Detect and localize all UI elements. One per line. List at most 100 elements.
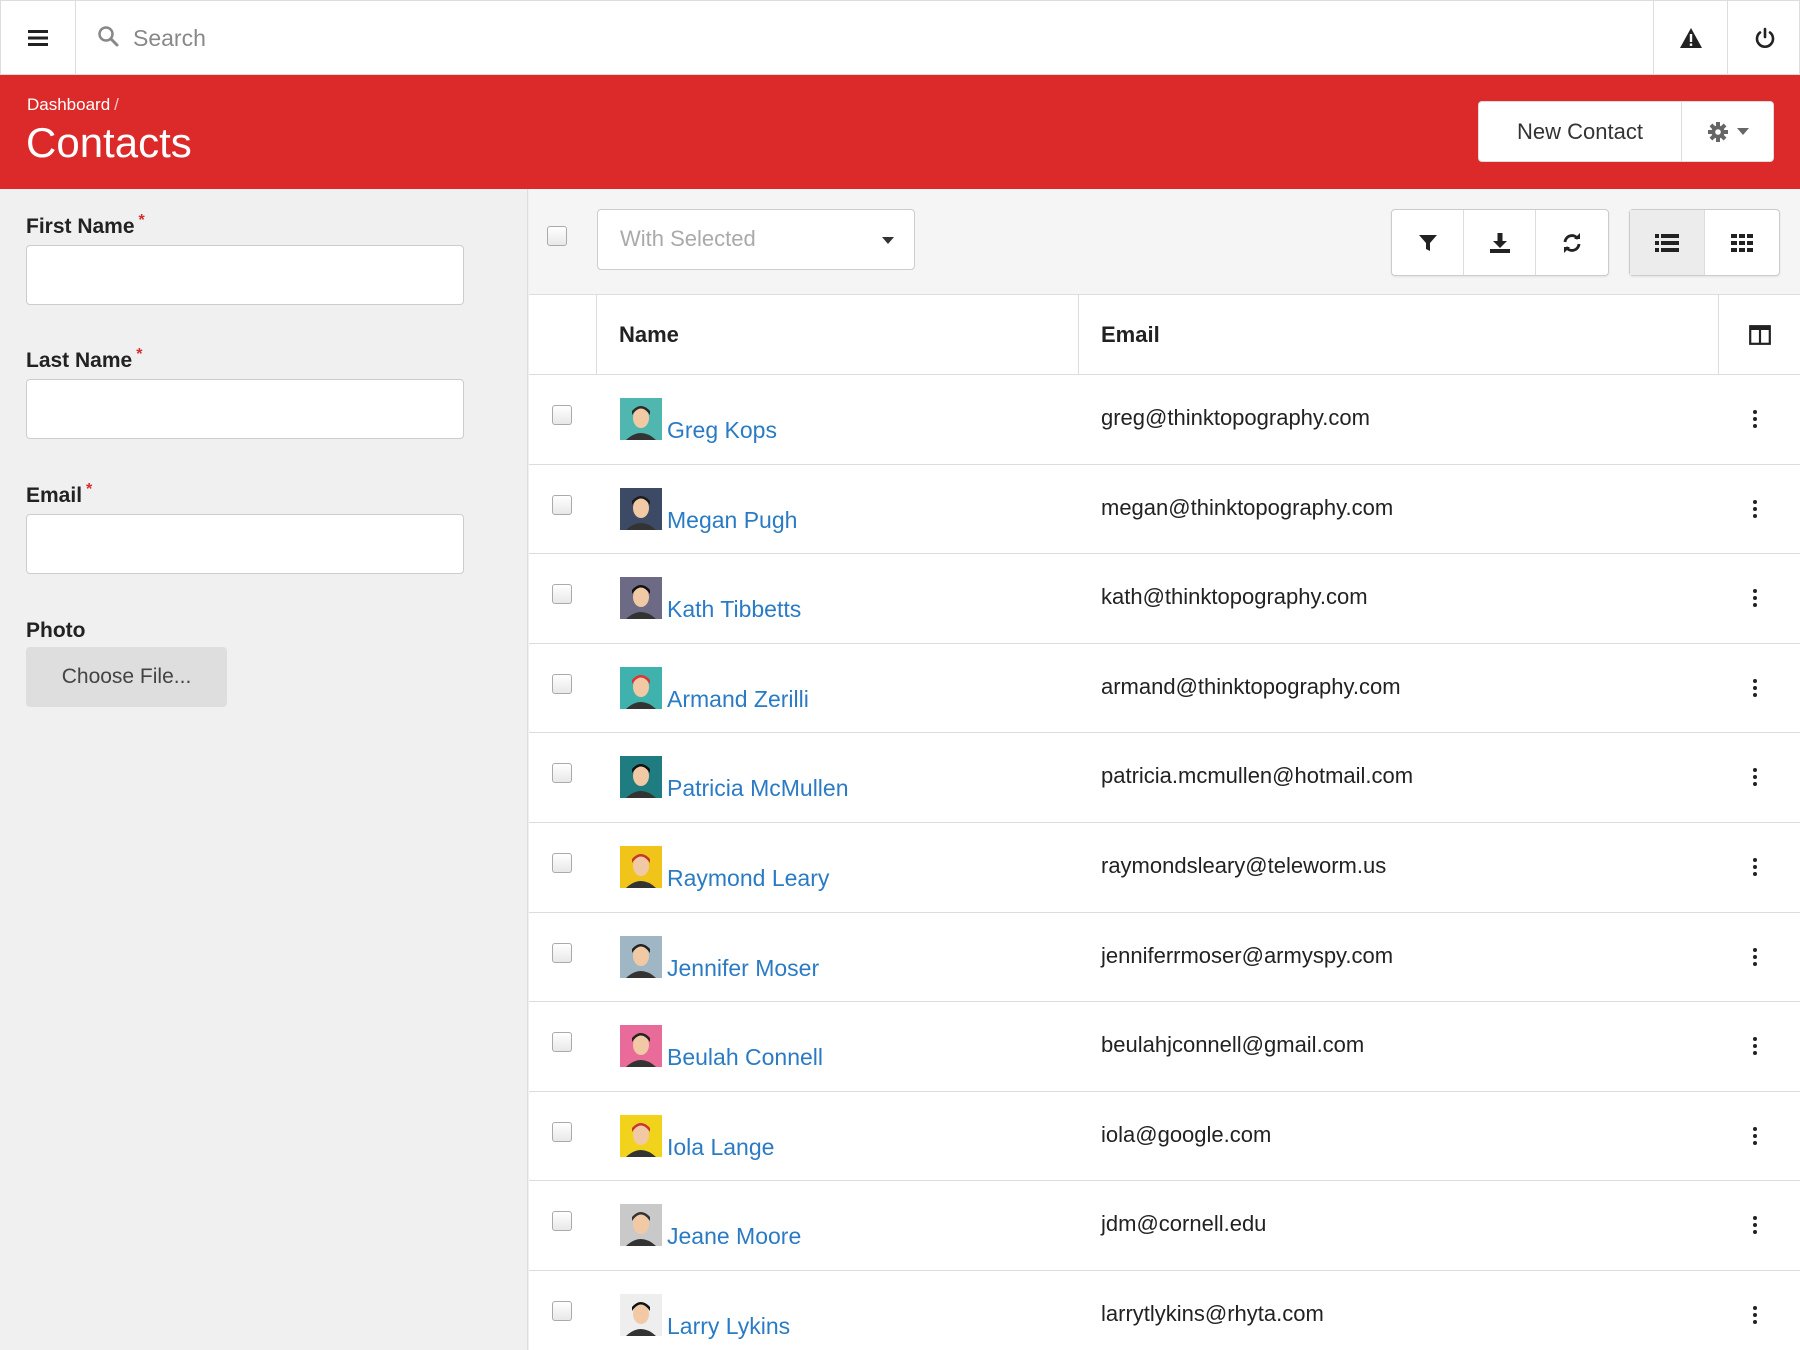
contact-email: raymondsleary@teleworm.us xyxy=(1101,852,1387,878)
warning-icon xyxy=(1679,28,1702,48)
avatar xyxy=(620,845,662,888)
last-name-field[interactable] xyxy=(26,379,464,439)
avatar xyxy=(620,398,662,440)
row-checkbox[interactable] xyxy=(552,1032,572,1053)
column-chooser-button[interactable] xyxy=(1719,295,1800,374)
avatar xyxy=(620,1114,662,1157)
contact-name-link[interactable]: Kath Tibbetts xyxy=(667,596,801,623)
row-actions-menu-icon[interactable] xyxy=(1747,1209,1763,1241)
row-actions-menu-icon[interactable] xyxy=(1747,851,1763,883)
row-actions-menu-icon[interactable] xyxy=(1747,582,1763,614)
table-row[interactable]: Beulah Connell beulahjconnell@gmail.com xyxy=(529,1002,1800,1092)
required-mark: * xyxy=(138,212,145,229)
table-row[interactable]: Jennifer Moser jenniferrmoser@armyspy.com xyxy=(529,913,1800,1003)
column-header-email[interactable]: Email xyxy=(1079,295,1719,374)
contact-email: armand@thinktopography.com xyxy=(1101,673,1401,699)
caret-down-icon xyxy=(882,237,894,244)
refresh-button[interactable] xyxy=(1536,210,1608,275)
contact-name-link[interactable]: Megan Pugh xyxy=(667,507,797,534)
avatar xyxy=(620,577,662,620)
row-checkbox[interactable] xyxy=(552,1300,572,1321)
row-checkbox[interactable] xyxy=(552,584,572,605)
menu-button[interactable] xyxy=(1,1,76,75)
filter-button[interactable] xyxy=(1392,210,1464,275)
table-row[interactable]: Raymond Leary raymondsleary@teleworm.us xyxy=(529,823,1800,913)
row-actions-menu-icon[interactable] xyxy=(1747,672,1763,704)
hamburger-icon xyxy=(28,30,48,46)
table-row[interactable]: Armand Zerilli armand@thinktopography.com xyxy=(529,644,1800,734)
export-button[interactable] xyxy=(1464,210,1536,275)
avatar xyxy=(620,1293,662,1336)
row-checkbox[interactable] xyxy=(552,1121,572,1142)
table-row[interactable]: Patricia McMullen patricia.mcmullen@hotma… xyxy=(529,733,1800,823)
gear-icon xyxy=(1707,121,1728,142)
row-actions-menu-icon[interactable] xyxy=(1747,403,1763,435)
refresh-icon xyxy=(1563,232,1581,253)
search-icon xyxy=(98,26,119,47)
contact-name-link[interactable]: Patricia McMullen xyxy=(667,775,849,802)
row-checkbox[interactable] xyxy=(552,852,572,873)
email-label: Email * xyxy=(26,481,93,507)
alerts-button[interactable] xyxy=(1653,1,1727,75)
logout-button[interactable] xyxy=(1727,1,1800,75)
table-row[interactable]: Greg Kops greg@thinktopography.com xyxy=(529,375,1800,465)
first-name-field[interactable] xyxy=(26,245,464,305)
avatar xyxy=(620,487,662,530)
row-checkbox[interactable] xyxy=(552,673,572,694)
contact-name-link[interactable]: Raymond Leary xyxy=(667,865,829,892)
row-checkbox[interactable] xyxy=(552,494,572,515)
page-title: Contacts xyxy=(26,119,192,166)
select-all-checkbox[interactable] xyxy=(547,226,567,246)
row-checkbox[interactable] xyxy=(552,763,572,784)
row-actions-menu-icon[interactable] xyxy=(1747,493,1763,525)
required-mark: * xyxy=(136,346,143,363)
contact-email: iola@google.com xyxy=(1101,1121,1272,1147)
table-row[interactable]: Megan Pugh megan@thinktopography.com xyxy=(529,465,1800,555)
table-row[interactable]: Iola Lange iola@google.com xyxy=(529,1092,1800,1182)
table-toolbar: With Selected xyxy=(529,189,1800,295)
header-actions: New Contact xyxy=(1478,101,1774,162)
contact-email: megan@thinktopography.com xyxy=(1101,494,1394,520)
row-actions-menu-icon[interactable] xyxy=(1747,1299,1763,1331)
table-row[interactable]: Larry Lykins larrytlykins@rhyta.com xyxy=(529,1271,1800,1350)
list-view-button[interactable] xyxy=(1630,210,1705,275)
first-name-label: First Name * xyxy=(26,212,145,238)
table-header: Name Email xyxy=(529,295,1800,375)
table-row[interactable]: Jeane Moore jdm@cornell.edu xyxy=(529,1181,1800,1271)
column-header-name[interactable]: Name xyxy=(597,295,1079,374)
columns-icon xyxy=(1748,324,1771,345)
view-toggle-group xyxy=(1629,209,1780,276)
contact-name-link[interactable]: Jennifer Moser xyxy=(667,955,819,982)
contact-email: greg@thinktopography.com xyxy=(1101,405,1370,430)
avatar xyxy=(620,666,662,709)
table-row[interactable]: Kath Tibbetts kath@thinktopography.com xyxy=(529,554,1800,644)
settings-dropdown-button[interactable] xyxy=(1682,102,1773,161)
email-field[interactable] xyxy=(26,514,464,574)
row-actions-menu-icon[interactable] xyxy=(1747,941,1763,973)
row-actions-menu-icon[interactable] xyxy=(1747,761,1763,793)
search-input[interactable] xyxy=(133,19,1633,57)
contact-name-link[interactable]: Jeane Moore xyxy=(667,1223,801,1250)
breadcrumb-dashboard[interactable]: Dashboard xyxy=(27,95,110,114)
contact-name-link[interactable]: Iola Lange xyxy=(667,1134,774,1161)
contact-name-link[interactable]: Armand Zerilli xyxy=(667,686,809,713)
avatar xyxy=(620,756,662,799)
row-checkbox[interactable] xyxy=(552,405,572,425)
new-contact-button[interactable]: New Contact xyxy=(1479,102,1682,161)
row-actions-menu-icon[interactable] xyxy=(1747,1120,1763,1152)
required-mark: * xyxy=(86,481,93,498)
contact-name-link[interactable]: Larry Lykins xyxy=(667,1313,790,1340)
grid-view-button[interactable] xyxy=(1705,210,1780,275)
contact-name-link[interactable]: Greg Kops xyxy=(667,417,777,444)
avatar xyxy=(620,1204,662,1247)
with-selected-dropdown[interactable]: With Selected xyxy=(597,209,915,270)
contacts-table-panel: With Selected Name Email Greg Kops greg@… xyxy=(529,189,1800,1350)
row-checkbox[interactable] xyxy=(552,942,572,963)
row-actions-menu-icon[interactable] xyxy=(1747,1030,1763,1062)
contact-email: larrytlykins@rhyta.com xyxy=(1101,1300,1324,1326)
contact-email: jdm@cornell.edu xyxy=(1101,1211,1267,1237)
contact-name-link[interactable]: Beulah Connell xyxy=(667,1044,823,1071)
row-checkbox[interactable] xyxy=(552,1211,572,1232)
choose-file-button[interactable]: Choose File... xyxy=(26,647,227,707)
contact-form: First Name * Last Name * Email * Photo Choo… xyxy=(0,189,528,1350)
